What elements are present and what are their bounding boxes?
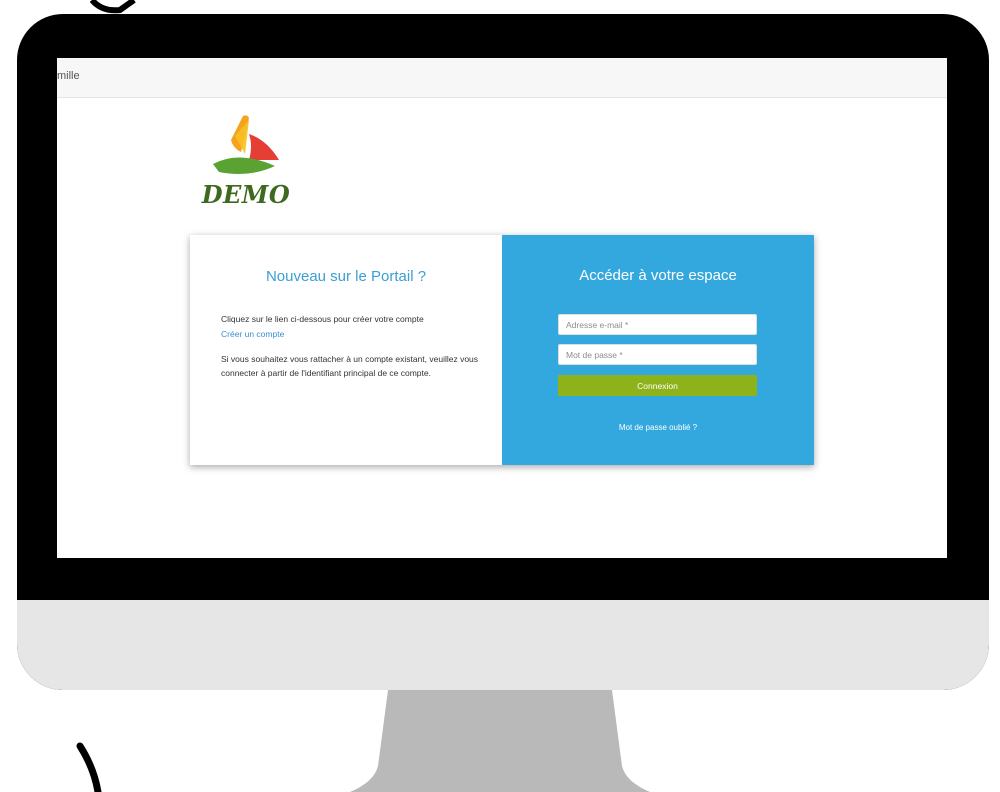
create-account-link[interactable]: Créer un compte (221, 329, 284, 339)
password-field[interactable] (558, 344, 757, 365)
monitor-chin (17, 600, 989, 690)
demo-logo: DEMO (201, 114, 291, 210)
topbar-text: mille (57, 70, 80, 82)
monitor-bezel: mille DEMO Nouveau sur le Portail ? Cliq… (17, 14, 989, 690)
login-title: Accéder à votre espace (579, 267, 737, 284)
forgot-password-link[interactable]: Mot de passe oublié ? (502, 423, 814, 432)
tricolor-triangle-logo-icon (213, 115, 279, 174)
browser-screen: mille DEMO Nouveau sur le Portail ? Cliq… (57, 58, 947, 558)
new-user-panel: Nouveau sur le Portail ? Cliquez sur le … (190, 235, 502, 465)
attach-account-text: Si vous souhaitez vous rattacher à un co… (221, 354, 479, 378)
login-card: Nouveau sur le Portail ? Cliquez sur le … (190, 235, 814, 465)
logo-wordmark: DEMO (201, 180, 291, 209)
new-user-title: Nouveau sur le Portail ? (265, 268, 427, 285)
email-field[interactable] (558, 314, 757, 335)
monitor-stand (350, 690, 650, 792)
login-button[interactable]: Connexion (558, 375, 757, 396)
create-account-intro: Cliquez sur le lien ci-dessous pour crée… (221, 314, 424, 324)
browser-topbar: mille (57, 58, 947, 98)
login-panel: Accéder à votre espace Connexion Mot de … (502, 235, 814, 465)
decorative-stroke-bottom (76, 742, 102, 792)
